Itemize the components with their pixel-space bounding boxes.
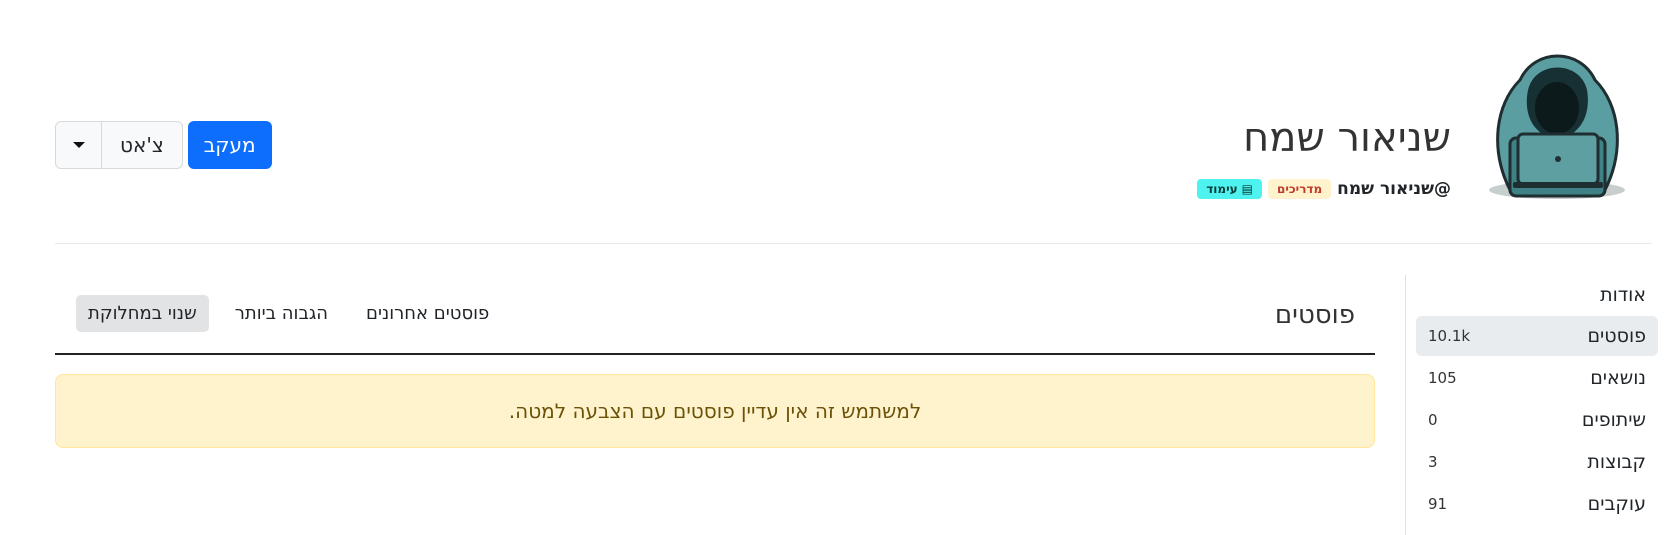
profile-actions: צ'אט מעקב (55, 121, 272, 169)
profile-username[interactable]: @שניאור שמח (1337, 179, 1451, 199)
profile-meta: @שניאור שמח מדריכים ▤ עימוד (1197, 179, 1451, 199)
sidebar-item-posts[interactable]: 10.1k פוסטים (1416, 316, 1658, 356)
sidebar-item-about[interactable]: אודות (1416, 275, 1658, 315)
sidebar-item-groups[interactable]: 3 קבוצות (1416, 442, 1658, 482)
sidebar-item-label: עוקבים (1587, 493, 1646, 515)
sidebar-item-label: קבוצות (1587, 451, 1646, 473)
sidebar-item-count: 10.1k (1428, 327, 1471, 345)
book-icon: ▤ (1241, 182, 1253, 196)
sidebar-item-shares[interactable]: 0 שיתופים (1416, 400, 1658, 440)
profile-sidebar: אודות 10.1k פוסטים 105 נושאים 0 שיתופים … (1405, 275, 1658, 535)
pin-badge[interactable]: ▤ עימוד (1197, 179, 1262, 199)
posts-tabs: פוסטים אחרונים הגבוה ביותר שנוי במחלוקת (76, 295, 501, 332)
group-badge[interactable]: מדריכים (1267, 179, 1332, 199)
avatar (1480, 30, 1635, 200)
caret-down-icon (72, 142, 85, 148)
chat-button[interactable]: צ'אט (102, 122, 182, 168)
empty-posts-alert: למשתמש זה אין עדיין פוסטים עם הצבעה למטה… (55, 374, 1375, 448)
sidebar-item-label: נושאים (1590, 367, 1646, 389)
hooded-hacker-avatar-icon (1489, 54, 1625, 199)
tab-top-voted[interactable]: הגבוה ביותר (223, 295, 340, 332)
sidebar-item-label: אודות (1600, 284, 1646, 306)
profile-display-name: שניאור שמח (1243, 115, 1451, 161)
header-divider (55, 243, 1652, 244)
tab-controversial[interactable]: שנוי במחלוקת (76, 295, 209, 332)
tab-recent-posts[interactable]: פוסטים אחרונים (354, 295, 501, 332)
sidebar-item-followers[interactable]: 91 עוקבים (1416, 484, 1658, 524)
sidebar-item-count: 3 (1428, 453, 1438, 471)
sidebar-item-topics[interactable]: 105 נושאים (1416, 358, 1658, 398)
empty-posts-message: למשתמש זה אין עדיין פוסטים עם הצבעה למטה… (508, 399, 922, 423)
sidebar-item-label: פוסטים (1587, 325, 1646, 347)
sidebar-item-count: 91 (1428, 495, 1448, 513)
sidebar-item-count: 105 (1428, 369, 1457, 387)
posts-title: פוסטים (1274, 300, 1355, 330)
pin-badge-label: עימוד (1206, 182, 1238, 196)
sidebar-item-count: 0 (1428, 411, 1438, 429)
chat-split-button: צ'אט (55, 121, 183, 169)
follow-button[interactable]: מעקב (187, 121, 272, 169)
tabs-divider (55, 353, 1375, 355)
sidebar-item-label: שיתופים (1581, 409, 1646, 431)
more-options-button[interactable] (56, 122, 102, 168)
